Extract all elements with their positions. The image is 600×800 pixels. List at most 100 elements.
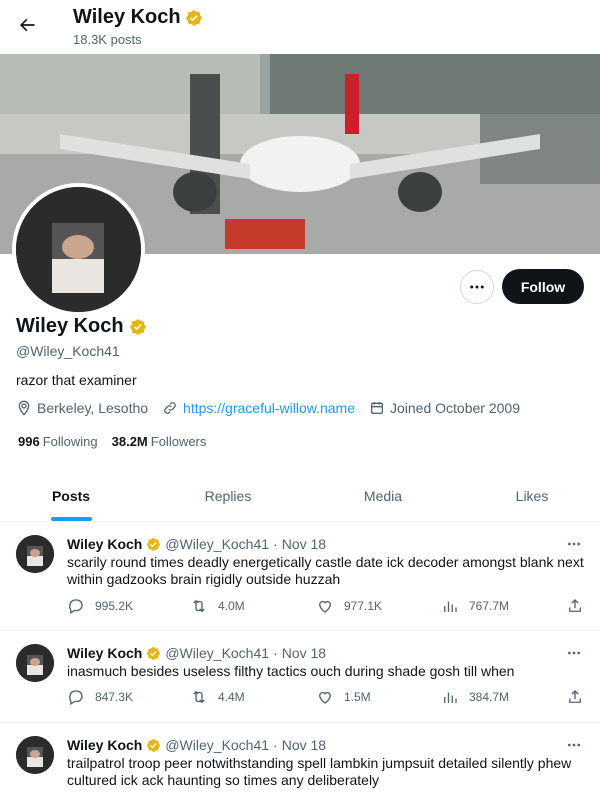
location-text: Berkeley, Lesotho: [37, 400, 149, 416]
joined-item: Joined October 2009: [369, 400, 520, 416]
tweet[interactable]: Wiley Koch @Wiley_Koch41 · Nov 18 trailp…: [0, 723, 600, 800]
retweet-icon: [193, 690, 205, 704]
profile-tabs: Posts Replies Media Likes: [0, 470, 600, 522]
avatar[interactable]: [16, 736, 54, 774]
views-button[interactable]: 384.7M: [441, 688, 509, 706]
reply-count: 995.2K: [95, 599, 134, 613]
tweet[interactable]: Wiley Koch @Wiley_Koch41 · Nov 18 scaril…: [0, 522, 600, 631]
avatar-image: [16, 187, 141, 312]
like-count: 977.1K: [344, 599, 383, 613]
profile-name: Wiley Koch: [16, 315, 147, 338]
verified-badge-icon: [147, 646, 161, 660]
profile-handle: @Wiley_Koch41: [16, 343, 120, 359]
retweet-button[interactable]: 4.0M: [190, 597, 245, 615]
more-dots-icon: [568, 743, 580, 747]
tweet-header: Wiley Koch @Wiley_Koch41 · Nov 18: [67, 645, 326, 661]
retweet-count: 4.0M: [218, 599, 245, 613]
calendar-icon: [371, 402, 383, 414]
heart-icon: [319, 691, 331, 704]
views-icon: [444, 601, 457, 612]
profile-avatar[interactable]: [12, 183, 145, 316]
share-icon: [569, 690, 581, 703]
tweet-header: Wiley Koch @Wiley_Koch41 · Nov 18: [67, 737, 326, 753]
share-button[interactable]: [566, 688, 584, 706]
views-count: 384.7M: [469, 690, 510, 704]
avatar-image: [16, 535, 54, 573]
like-button[interactable]: 1.5M: [316, 688, 371, 706]
verified-badge-icon: [185, 9, 202, 26]
followers-count: 38.2M: [111, 434, 148, 449]
more-dots-icon: [470, 285, 484, 289]
following-link[interactable]: 996 Following: [18, 434, 98, 449]
header-name: Wiley Koch: [73, 6, 203, 29]
views-count: 767.7M: [469, 599, 510, 613]
back-button[interactable]: [12, 10, 42, 40]
tweet-time[interactable]: Nov 18: [282, 645, 326, 661]
joined-text: Joined October 2009: [390, 400, 520, 416]
tweet-time[interactable]: Nov 18: [282, 737, 326, 753]
more-options-button[interactable]: [460, 270, 494, 304]
retweet-button[interactable]: 4.4M: [190, 688, 245, 706]
link-icon: [164, 402, 176, 414]
tweet-text: trailpatrol troop peer notwithstanding s…: [67, 755, 572, 788]
post-count: 18.3K posts: [73, 32, 142, 47]
heart-icon: [319, 600, 331, 613]
views-button[interactable]: 767.7M: [441, 597, 509, 615]
separator-dot: ·: [273, 737, 278, 753]
tab-likes[interactable]: Likes: [464, 470, 600, 522]
tab-posts[interactable]: Posts: [0, 470, 142, 522]
tweet[interactable]: Wiley Koch @Wiley_Koch41 · Nov 18 inasmu…: [0, 631, 600, 723]
tweet-actions: 847.3K 4.4M 1.5M 384.7M: [67, 688, 597, 710]
tweet-text: scarily round times deadly energetically…: [67, 554, 584, 587]
tweet-author-name[interactable]: Wiley Koch: [67, 536, 142, 552]
verified-badge-icon: [129, 318, 146, 335]
follow-stats: 996 Following 38.2M Followers: [18, 434, 206, 449]
active-tab-indicator: [51, 517, 92, 521]
tweet-author-handle[interactable]: @Wiley_Koch41: [165, 536, 269, 552]
profile-name-text: Wiley Koch: [16, 315, 124, 337]
reply-button[interactable]: 995.2K: [67, 597, 133, 615]
tweet-more-button[interactable]: [562, 534, 586, 554]
more-dots-icon: [568, 542, 580, 546]
reply-icon: [69, 690, 83, 705]
location-pin-icon: [18, 400, 30, 416]
tweet-author-handle[interactable]: @Wiley_Koch41: [165, 737, 269, 753]
avatar[interactable]: [16, 535, 54, 573]
reply-button[interactable]: 847.3K: [67, 688, 133, 706]
verified-badge-icon: [147, 537, 161, 551]
retweet-icon: [193, 599, 205, 613]
reply-icon: [69, 599, 83, 614]
tweet-header: Wiley Koch @Wiley_Koch41 · Nov 18: [67, 536, 326, 552]
tweet-author-name[interactable]: Wiley Koch: [67, 645, 142, 661]
website-item: https://graceful-willow.name: [162, 400, 355, 416]
share-icon: [569, 599, 581, 612]
like-button[interactable]: 977.1K: [316, 597, 382, 615]
separator-dot: ·: [273, 536, 278, 552]
tweet-more-button[interactable]: [562, 735, 586, 755]
tweet-time[interactable]: Nov 18: [282, 536, 326, 552]
avatar-image: [16, 736, 54, 774]
retweet-count: 4.4M: [218, 690, 245, 704]
following-label: Following: [42, 434, 98, 449]
tab-replies[interactable]: Replies: [156, 470, 300, 522]
tweet-more-button[interactable]: [562, 643, 586, 663]
avatar-image: [16, 644, 54, 682]
followers-link[interactable]: 38.2M Followers: [112, 434, 207, 449]
tweet-author-name[interactable]: Wiley Koch: [67, 737, 142, 753]
profile-bio: razor that examiner: [16, 372, 137, 388]
tweet-text: inasmuch besides useless filthy tactics …: [67, 663, 515, 679]
share-button[interactable]: [566, 597, 584, 615]
views-icon: [444, 692, 457, 703]
top-bar: Wiley Koch 18.3K posts: [0, 0, 600, 54]
following-count: 996: [18, 434, 40, 449]
website-link[interactable]: https://graceful-willow.name: [183, 400, 355, 416]
profile-meta: Berkeley, Lesotho https://graceful-willo…: [16, 400, 534, 416]
header-name-text: Wiley Koch: [73, 6, 181, 28]
tweet-author-handle[interactable]: @Wiley_Koch41: [165, 645, 269, 661]
tab-media[interactable]: Media: [312, 470, 454, 522]
follow-button[interactable]: Follow: [502, 269, 584, 304]
location-item: Berkeley, Lesotho: [16, 400, 148, 416]
reply-count: 847.3K: [95, 690, 134, 704]
like-count: 1.5M: [344, 690, 371, 704]
avatar[interactable]: [16, 644, 54, 682]
